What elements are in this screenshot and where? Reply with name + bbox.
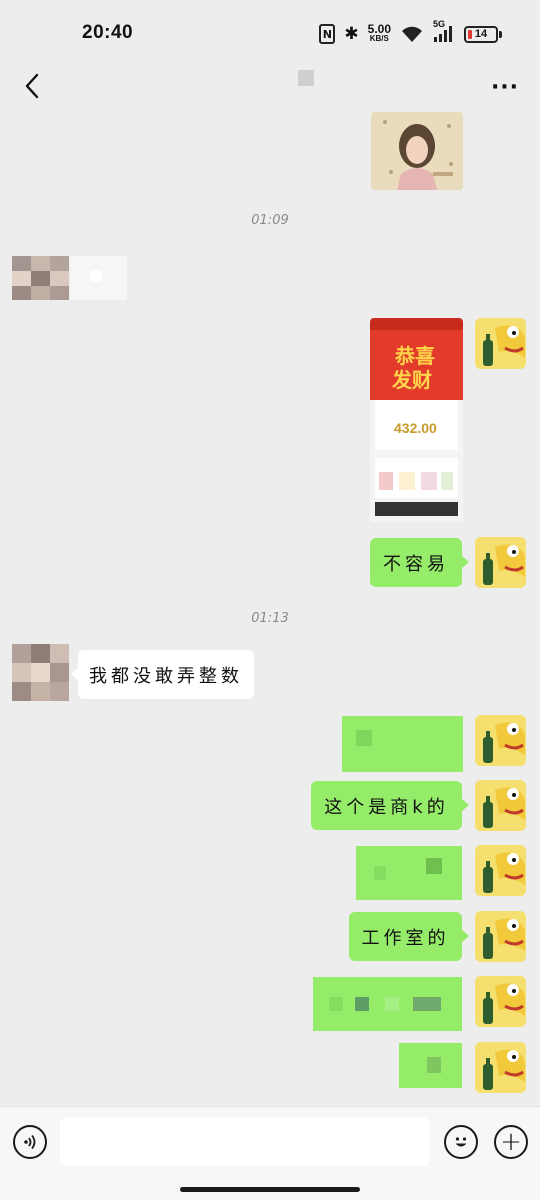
network-speed: 5.00 KB/S bbox=[367, 22, 391, 44]
message-input[interactable] bbox=[60, 1118, 430, 1166]
plus-button[interactable]: + bbox=[494, 1125, 528, 1159]
avatar-image bbox=[475, 845, 526, 896]
avatar-image bbox=[475, 715, 526, 766]
chat-header: ··· bbox=[0, 64, 540, 110]
avatar-image bbox=[475, 780, 526, 831]
home-indicator[interactable] bbox=[180, 1187, 360, 1192]
bluetooth-icon: ✱ bbox=[344, 24, 359, 44]
chevron-left-icon bbox=[25, 73, 39, 99]
avatar[interactable] bbox=[475, 845, 526, 896]
red-packet-banner: 恭喜 发财 bbox=[370, 330, 463, 400]
back-button[interactable] bbox=[14, 68, 50, 104]
emoji-button[interactable] bbox=[444, 1125, 478, 1159]
status-time: 20:40 bbox=[82, 22, 134, 43]
network-speed-value: 5.00 bbox=[367, 22, 391, 36]
redacted-message[interactable] bbox=[342, 716, 463, 772]
avatar[interactable] bbox=[12, 644, 69, 701]
avatar-image bbox=[475, 911, 526, 962]
message-bubble[interactable]: 工作室的 bbox=[349, 912, 469, 961]
more-button[interactable]: ··· bbox=[490, 72, 520, 102]
battery-tip bbox=[499, 30, 502, 38]
avatar[interactable] bbox=[475, 318, 526, 369]
message-bubble[interactable]: 这个是商k的 bbox=[311, 781, 469, 830]
avatar[interactable] bbox=[475, 976, 526, 1027]
contact-name-redacted bbox=[298, 70, 314, 86]
battery-icon: 14 bbox=[464, 25, 502, 43]
timestamp: 01:09 bbox=[251, 213, 289, 228]
voice-icon bbox=[24, 1134, 36, 1150]
avatar[interactable] bbox=[475, 911, 526, 962]
red-packet-amount: 432.00 bbox=[394, 420, 437, 436]
timestamp: 01:13 bbox=[251, 611, 289, 626]
voice-button[interactable] bbox=[13, 1125, 47, 1159]
status-icons: N ✱ 5.00 KB/S 5G 14 bbox=[319, 19, 502, 46]
message-bubble[interactable]: 我都没敢弄整数 bbox=[71, 650, 254, 699]
chat-message-list[interactable]: 01:09 恭喜 发财 432.00 不容易 01:13 我都没敢弄整数 这个是… bbox=[0, 110, 540, 1106]
plus-icon: + bbox=[500, 1127, 522, 1157]
more-dots-icon: ··· bbox=[490, 74, 520, 100]
wifi-icon bbox=[400, 25, 424, 43]
emoji-icon bbox=[455, 1137, 467, 1147]
nfc-icon: N bbox=[319, 24, 336, 44]
battery-body: 14 bbox=[464, 25, 498, 43]
network-speed-unit: KB/S bbox=[369, 34, 389, 43]
avatar[interactable] bbox=[475, 715, 526, 766]
avatar-image bbox=[475, 537, 526, 588]
input-bar: + bbox=[0, 1106, 540, 1200]
avatar[interactable] bbox=[475, 1042, 526, 1093]
avatar-image bbox=[475, 1042, 526, 1093]
avatar[interactable] bbox=[475, 780, 526, 831]
cellular-signal-icon: 5G bbox=[433, 19, 455, 43]
avatar-image bbox=[475, 318, 526, 369]
message-bubble[interactable]: 不容易 bbox=[370, 538, 469, 587]
network-type-label: 5G bbox=[433, 19, 446, 29]
banner-line2: 发财 bbox=[392, 368, 432, 392]
avatar[interactable] bbox=[475, 537, 526, 588]
red-packet-screenshot[interactable]: 恭喜 发财 432.00 bbox=[370, 318, 463, 522]
image-message[interactable] bbox=[371, 112, 463, 190]
redacted-message[interactable] bbox=[70, 256, 127, 300]
avatar-image bbox=[475, 976, 526, 1027]
avatar[interactable] bbox=[12, 256, 69, 300]
status-bar: 20:40 N ✱ 5.00 KB/S 5G 14 bbox=[0, 0, 540, 64]
redacted-message[interactable] bbox=[399, 1043, 462, 1088]
sticker-image bbox=[371, 112, 463, 190]
battery-level-text: 14 bbox=[474, 28, 488, 40]
redacted-message[interactable] bbox=[313, 977, 462, 1031]
redacted-message[interactable] bbox=[356, 846, 462, 900]
battery-level-fill bbox=[468, 29, 472, 39]
